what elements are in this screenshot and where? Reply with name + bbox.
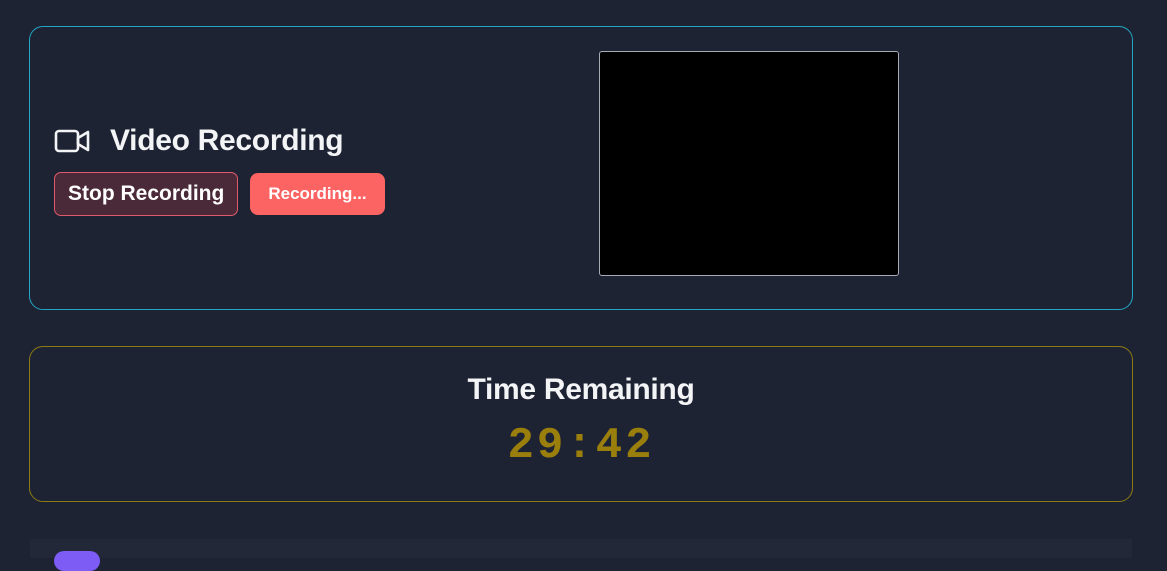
video-preview <box>599 51 899 276</box>
stop-recording-button[interactable]: Stop Recording <box>54 172 239 216</box>
video-recording-title: Video Recording <box>110 124 344 157</box>
recording-controls: Stop Recording Recording... <box>54 172 385 216</box>
video-recording-card: Video Recording Stop Recording Recording… <box>29 26 1133 310</box>
next-section-panel <box>30 539 1132 571</box>
video-camera-icon <box>54 129 90 153</box>
countdown-timer: 29:42 <box>507 421 655 471</box>
time-remaining-card: Time Remaining 29:42 <box>29 346 1133 502</box>
purple-badge-icon <box>54 551 100 571</box>
video-recording-heading: Video Recording <box>54 123 344 159</box>
recording-status-button[interactable]: Recording... <box>250 173 385 215</box>
time-remaining-label: Time Remaining <box>467 373 695 406</box>
